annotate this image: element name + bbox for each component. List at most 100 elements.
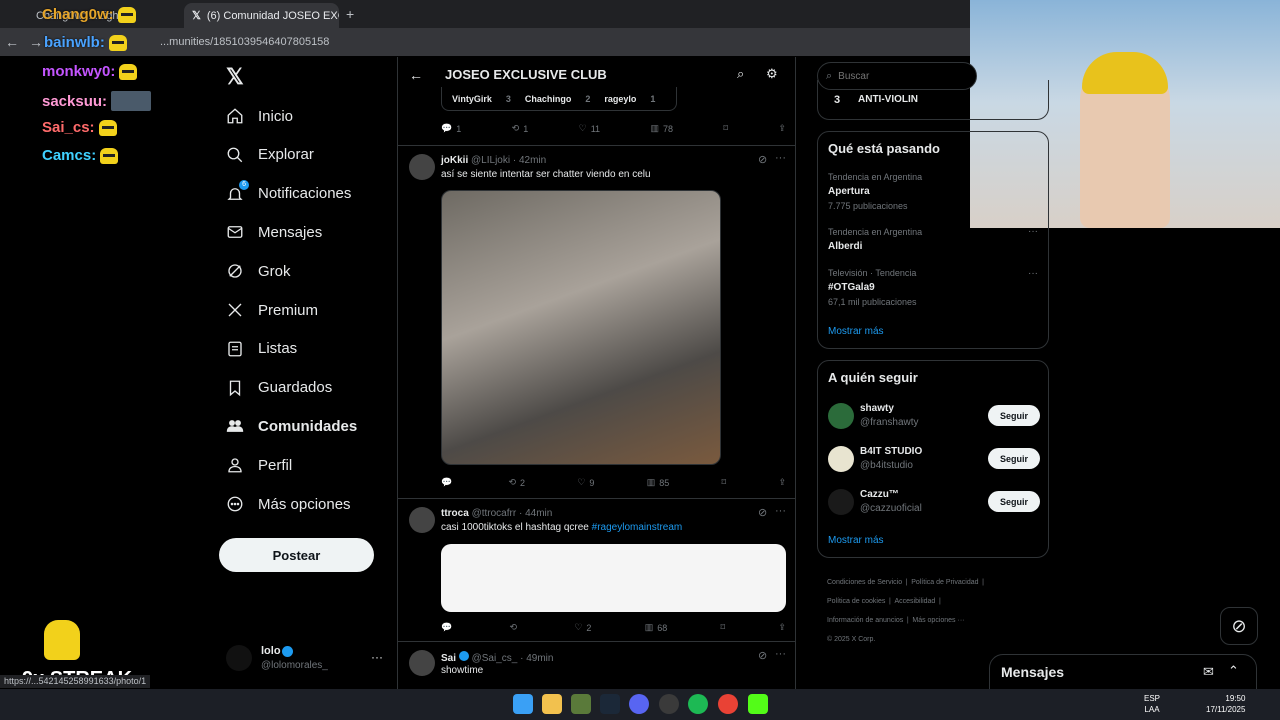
compose-message-icon[interactable]: ✉ (1203, 664, 1214, 680)
nav-item-perfil[interactable]: Perfil (226, 446, 292, 484)
author-name[interactable]: Sai (441, 653, 456, 664)
follow-suggestion[interactable]: Cazzu™ @cazzuoficial Seguir (828, 488, 1040, 516)
repost-button[interactable]: ⟲ 1 (512, 123, 529, 134)
gear-icon[interactable]: ⚙ (766, 66, 778, 82)
follow-suggestion[interactable]: shawty @franshawty Seguir (828, 402, 1040, 430)
grok-icon[interactable]: ⊘ (758, 506, 767, 519)
reply-button[interactable]: 💬 1 (441, 123, 461, 134)
trend-item[interactable]: Tendencia en Argentina Apertura 7.775 pu… (828, 172, 922, 211)
show-more-link[interactable]: Mostrar más (828, 535, 884, 546)
follow-button[interactable]: Seguir (988, 448, 1040, 469)
account-avatar[interactable] (226, 645, 252, 671)
footer-link[interactable]: Condiciones de Servicio (827, 579, 902, 586)
avatar[interactable] (409, 154, 435, 180)
views-button[interactable]: ▥ 85 (647, 477, 670, 488)
trend-more-icon[interactable]: ··· (1028, 226, 1038, 237)
author-name[interactable]: joKkii (441, 155, 468, 166)
timestamp[interactable]: · 49min (520, 653, 553, 664)
bookmark-icon[interactable]: ⌑ (721, 622, 726, 633)
discord-icon[interactable] (629, 694, 649, 714)
avatar[interactable] (828, 489, 854, 515)
new-tab-button[interactable]: + (346, 6, 354, 22)
views-button[interactable]: ▥ 68 (645, 622, 668, 633)
avatar[interactable] (828, 403, 854, 429)
share-icon[interactable]: ⇪ (778, 622, 786, 633)
footer-link[interactable]: Accesibilidad (894, 598, 935, 605)
author-handle[interactable]: @LILjoki (471, 155, 510, 166)
tweet-photo[interactable] (441, 190, 721, 465)
trend-item[interactable]: Televisión · Tendencia #OTGala9 67,1 mil… (828, 268, 917, 307)
share-icon[interactable]: ⇪ (778, 123, 786, 134)
author-handle[interactable]: @ttrocafrr (472, 508, 517, 519)
nav-item-premium[interactable]: Premium (226, 291, 318, 329)
repost-button[interactable]: ⟲ 2 (509, 477, 526, 488)
grok-float-icon[interactable]: ⊘ (1220, 607, 1258, 645)
like-button[interactable]: ♡ 2 (574, 622, 591, 633)
more-icon[interactable]: ··· (775, 152, 786, 164)
grok-icon[interactable]: ⊘ (758, 649, 767, 662)
search-icon[interactable]: ⌕ (737, 66, 744, 82)
nav-item-comunidades[interactable]: Comunidades (226, 407, 357, 445)
chrome-icon[interactable] (718, 694, 738, 714)
app-icon[interactable] (571, 694, 591, 714)
views-button[interactable]: ▥ 78 (650, 123, 673, 134)
nav-item-m-s-opciones[interactable]: Más opciones (226, 485, 351, 523)
timestamp[interactable]: · 42min (513, 155, 546, 166)
bookmark-icon[interactable]: ⌑ (723, 123, 728, 134)
language-indicator[interactable]: ESP LAA (1144, 693, 1160, 715)
nav-item-notificaciones[interactable]: 6 Notificaciones (226, 175, 351, 213)
nav-item-guardados[interactable]: Guardados (226, 369, 332, 407)
messages-drawer[interactable]: Mensajes ✉ ⌃ (989, 654, 1257, 690)
post-button[interactable]: Postear (219, 538, 374, 572)
nav-item-listas[interactable]: Listas (226, 330, 297, 368)
nav-item-explorar[interactable]: Explorar (226, 136, 314, 174)
back-arrow-icon[interactable]: ← (409, 67, 423, 83)
share-icon[interactable]: ⇪ (778, 477, 786, 488)
reply-button[interactable]: 💬 (441, 622, 456, 633)
file-explorer-icon[interactable] (542, 694, 562, 714)
like-button[interactable]: ♡ 11 (579, 123, 600, 134)
back-icon[interactable]: ← (0, 34, 24, 50)
more-icon[interactable]: ··· (775, 505, 786, 517)
tweet[interactable]: ttroca @ttrocafrr · 44min ⊘ ··· casi 100… (398, 499, 795, 641)
follow-button[interactable]: Seguir (988, 491, 1040, 512)
avatar[interactable] (828, 446, 854, 472)
footer-link[interactable]: Política de Privacidad (911, 579, 978, 586)
nav-item-mensajes[interactable]: Mensajes (226, 213, 322, 251)
nav-item-inicio[interactable]: Inicio (226, 97, 293, 135)
tweet[interactable]: joKkii @LILjoki · 42min ⊘ ··· así se sie… (398, 146, 795, 498)
steam-icon[interactable] (600, 694, 620, 714)
more-icon[interactable]: ··· (775, 648, 786, 660)
avatar[interactable] (409, 650, 435, 676)
x-logo-icon[interactable]: 𝕏 (226, 64, 244, 90)
obs-icon[interactable] (659, 694, 679, 714)
footer-link[interactable]: Información de anuncios (827, 617, 903, 624)
bookmark-icon[interactable]: ⌑ (722, 477, 727, 488)
kick-icon[interactable] (748, 694, 768, 714)
grok-icon[interactable]: ⊘ (758, 153, 767, 166)
repost-button[interactable]: ⟲ (510, 622, 522, 633)
top-item-name[interactable]: ANTI-VIOLIN (858, 94, 918, 105)
nav-item-grok[interactable]: Grok (226, 252, 291, 290)
trend-more-icon[interactable]: ··· (1028, 268, 1038, 279)
reply-button[interactable]: 💬 (441, 477, 456, 488)
spotify-icon[interactable] (688, 694, 708, 714)
like-button[interactable]: ♡ 9 (577, 477, 594, 488)
avatar[interactable] (409, 507, 435, 533)
author-name[interactable]: ttroca (441, 508, 469, 519)
expand-icon[interactable]: ⌃ (1228, 663, 1239, 679)
show-more-link[interactable]: Mostrar más (828, 326, 884, 337)
hashtag-link[interactable]: #rageylomainstream (592, 522, 683, 533)
account-more-icon[interactable]: ··· (371, 650, 383, 664)
follow-button[interactable]: Seguir (988, 405, 1040, 426)
footer-link[interactable]: Más opciones ··· (912, 617, 964, 624)
trend-item[interactable]: Tendencia en Argentina Alberdi (828, 227, 922, 252)
author-handle[interactable]: @Sai_cs_ (472, 653, 518, 664)
account-name[interactable]: lolo (261, 645, 281, 657)
follow-suggestion[interactable]: B4IT STUDIO @b4itstudio Seguir (828, 445, 1040, 473)
clock[interactable]: 19:50 17/11/2025 (1206, 693, 1245, 715)
timestamp[interactable]: · 44min (519, 508, 552, 519)
url-field[interactable]: ...munities/1851039546407805158 (160, 33, 329, 51)
link-card[interactable] (441, 544, 786, 612)
footer-link[interactable]: Política de cookies (827, 598, 885, 605)
